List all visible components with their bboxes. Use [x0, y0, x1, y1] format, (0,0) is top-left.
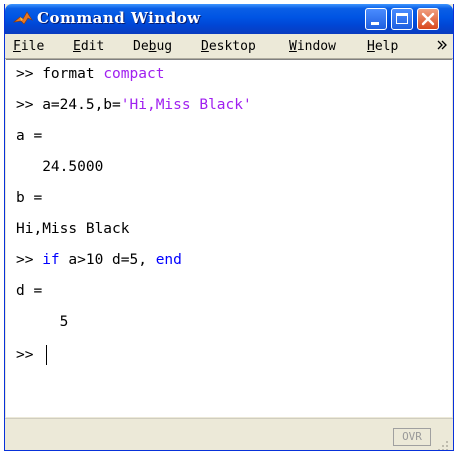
status-bar: OVR [5, 418, 453, 450]
ovr-indicator: OVR [393, 428, 431, 446]
console-line: b = [16, 190, 43, 206]
menu-help[interactable]: Help [367, 39, 398, 54]
console-line: d = [16, 283, 43, 299]
window-title: Command Window [37, 9, 201, 27]
console-line: >> if a>10 d=5, end [16, 252, 182, 268]
maximize-button[interactable] [391, 8, 413, 30]
console-output[interactable]: >> format compact >> a=24.5,b='Hi,Miss B… [6, 59, 452, 417]
menu-edit[interactable]: Edit [73, 39, 104, 54]
command-prompt[interactable]: >> [16, 345, 48, 365]
console-line: 5 [16, 314, 69, 330]
maximize-icon [396, 13, 408, 24]
console-line: >> a=24.5,b='Hi,Miss Black' [16, 97, 252, 113]
text-cursor [46, 345, 48, 365]
menu-window[interactable]: Window [289, 39, 336, 54]
console-line: >> format compact [16, 66, 165, 82]
command-window: Command Window File Edit Debug Desktop W… [4, 4, 454, 451]
console-line: a = [16, 128, 43, 144]
close-icon [421, 12, 435, 26]
minimize-button[interactable] [365, 8, 387, 30]
resize-grip-icon[interactable] [437, 437, 449, 450]
matlab-logo-icon [12, 10, 33, 28]
chevron-double-icon[interactable] [437, 38, 447, 55]
minimize-icon [371, 22, 379, 25]
title-bar[interactable]: Command Window [5, 4, 453, 34]
console-line: Hi,Miss Black [16, 221, 130, 237]
menu-desktop[interactable]: Desktop [201, 39, 256, 54]
console-line: 24.5000 [16, 159, 104, 175]
menu-file[interactable]: File [13, 39, 44, 54]
menu-bar: File Edit Debug Desktop Window Help [5, 34, 453, 59]
menu-debug[interactable]: Debug [133, 39, 172, 54]
close-button[interactable] [417, 8, 439, 30]
